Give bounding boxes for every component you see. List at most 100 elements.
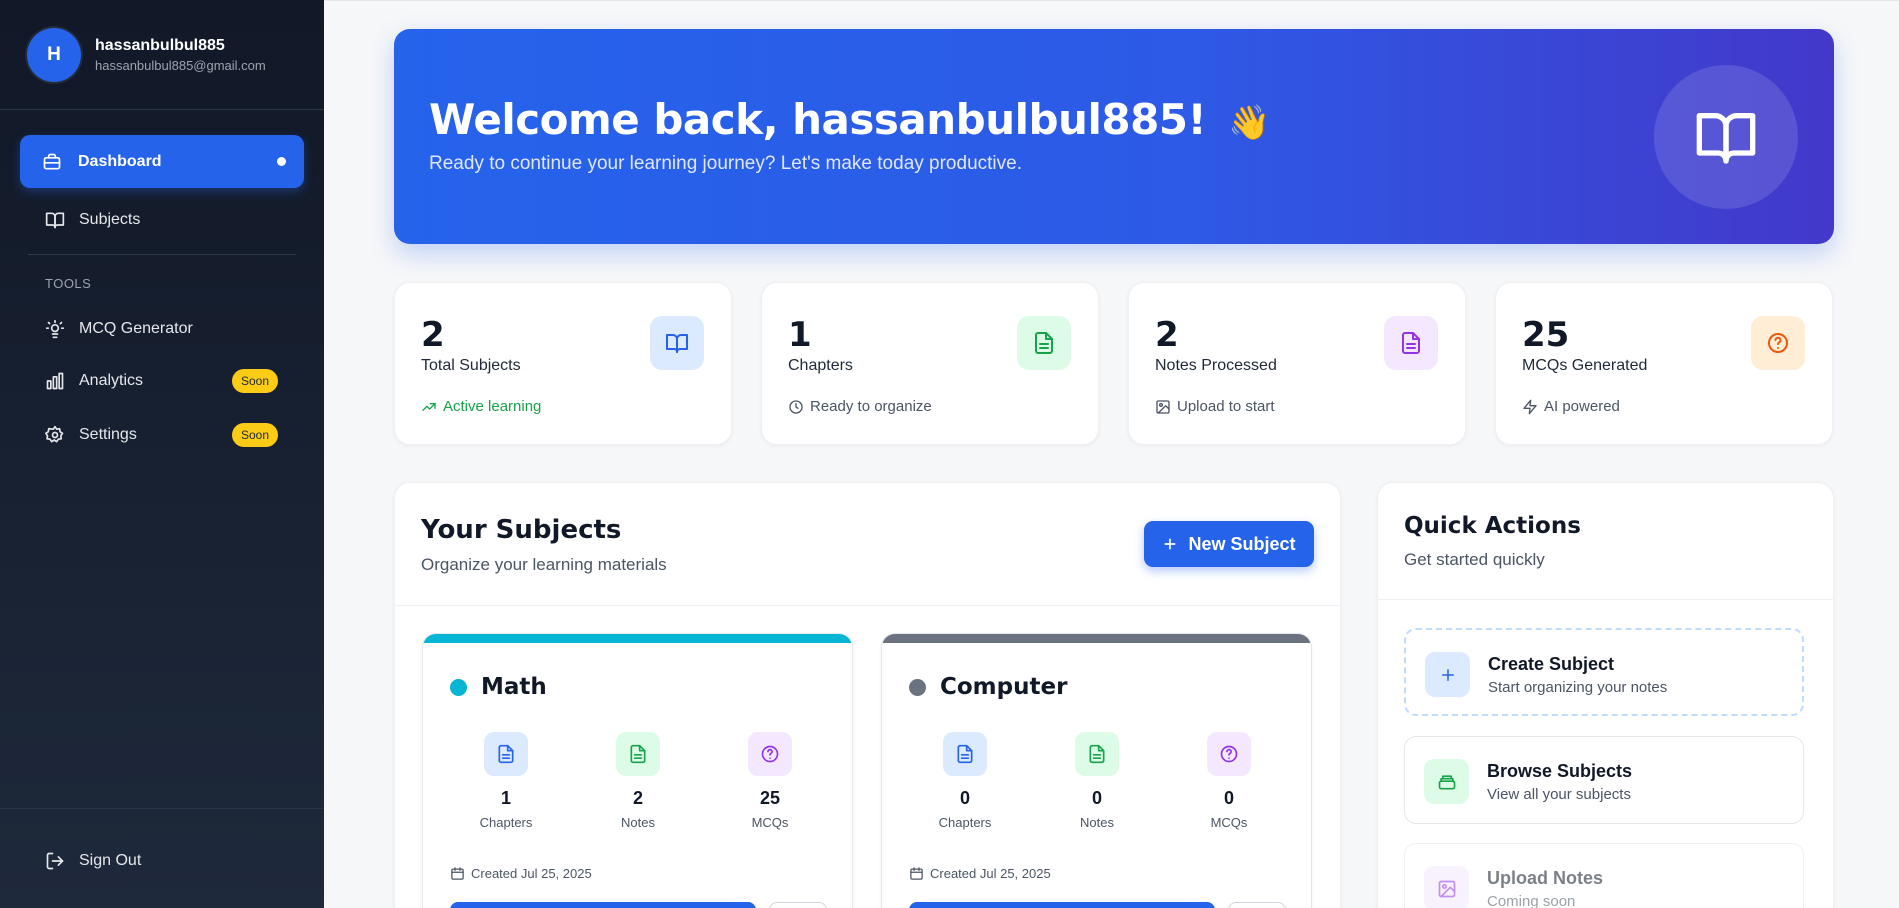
metric-value: 2 [632, 788, 643, 808]
sign-out-button[interactable]: Sign Out [20, 839, 304, 883]
help-circle-icon [748, 732, 792, 776]
stat-value: 2 [421, 315, 445, 355]
divider [1378, 599, 1833, 600]
upload-notes-action: Upload Notes Coming soon [1404, 843, 1804, 908]
metric-label: Notes [1080, 815, 1114, 830]
quick-actions-description: Get started quickly [1404, 550, 1545, 569]
stat-label: Chapters [788, 357, 853, 374]
metric-label: Chapters [479, 815, 533, 830]
browse-subjects-action[interactable]: Browse Subjects View all your subjects [1404, 736, 1804, 824]
image-icon [1155, 399, 1171, 415]
user-name: hassanbulbul885 [95, 36, 225, 54]
metric-value: 0 [959, 788, 970, 808]
metric-label: MCQs [1210, 815, 1248, 830]
action-subtitle: Start organizing your notes [1488, 679, 1668, 696]
create-subject-action[interactable]: Create Subject Start organizing your not… [1404, 628, 1804, 716]
quick-actions-title: Quick Actions [1404, 513, 1581, 539]
subject-options-button[interactable] [769, 902, 827, 908]
stat-subtext: Active learning [421, 398, 541, 415]
stat-value: 2 [1155, 315, 1179, 355]
stat-subtext-label: Active learning [443, 398, 542, 415]
created-date: Created Jul 25, 2025 [450, 866, 592, 881]
welcome-text: Welcome back, hassanbulbul885! [429, 95, 1207, 144]
sidebar-item-label: Subjects [79, 211, 141, 228]
divider [0, 808, 324, 809]
stat-label: Notes Processed [1155, 357, 1277, 374]
subjects-description: Organize your learning materials [421, 555, 667, 574]
file-icon [616, 732, 660, 776]
folder-stack-icon [1424, 759, 1469, 804]
file-text-icon [943, 732, 987, 776]
file-text-icon [1017, 316, 1071, 370]
book-icon [45, 210, 65, 230]
subject-card-computer[interactable]: Computer 0 Chapters 0 Notes 0 MCQs Creat… [881, 633, 1312, 908]
stat-card-mcqs-generated: 25 MCQs Generated AI powered [1495, 282, 1833, 445]
quick-actions-panel: Quick Actions Get started quickly Create… [1377, 482, 1834, 908]
hero-book-badge [1654, 65, 1798, 209]
subject-options-button[interactable] [1228, 902, 1286, 908]
metric-label: Chapters [938, 815, 992, 830]
stat-card-notes-processed: 2 Notes Processed Upload to start [1128, 282, 1466, 445]
new-subject-button[interactable]: New Subject [1144, 521, 1314, 567]
log-out-icon [45, 851, 65, 871]
soon-badge: Soon [231, 423, 278, 447]
stat-subtext: Ready to organize [788, 398, 932, 415]
metric-value: 0 [1223, 788, 1234, 808]
subject-metric-mcqs: 25 MCQs [720, 732, 820, 830]
file-icon [1384, 316, 1438, 370]
tools-section-header: TOOLS [45, 276, 92, 291]
sidebar-item-settings[interactable]: Settings Soon [20, 413, 304, 457]
open-subject-button[interactable] [909, 902, 1215, 908]
stat-subtext-label: Upload to start [1177, 398, 1275, 415]
main-content: Welcome back, hassanbulbul885! 👋 Ready to… [324, 0, 1899, 908]
subject-color-bar [882, 634, 1311, 643]
stat-subtext-label: Ready to organize [810, 398, 932, 415]
divider [395, 605, 1340, 606]
active-indicator [277, 157, 286, 166]
subject-metric-notes: 2 Notes [588, 732, 688, 830]
avatar[interactable]: H [27, 27, 81, 82]
created-date-label: Created Jul 25, 2025 [471, 866, 592, 881]
created-date: Created Jul 25, 2025 [909, 866, 1051, 881]
created-date-label: Created Jul 25, 2025 [930, 866, 1051, 881]
plus-icon [1425, 652, 1470, 697]
sidebar-item-analytics[interactable]: Analytics Soon [20, 359, 304, 403]
plus-icon [1162, 536, 1178, 552]
stat-label: MCQs Generated [1522, 357, 1648, 374]
user-profile: H hassanbulbul885 hassanbulbul885@gmail.… [0, 0, 324, 110]
welcome-banner: Welcome back, hassanbulbul885! 👋 Ready to… [394, 29, 1834, 244]
calendar-icon [450, 866, 465, 881]
book-icon [650, 316, 704, 370]
trending-up-icon [421, 399, 437, 415]
stat-card-total-subjects: 2 Total Subjects Active learning [394, 282, 732, 445]
gear-icon [45, 425, 65, 445]
subject-metric-mcqs: 0 MCQs [1179, 732, 1279, 830]
stat-label: Total Subjects [421, 357, 521, 374]
subject-card-math[interactable]: Math 1 Chapters 2 Notes 25 MCQs Created … [422, 633, 853, 908]
metric-label: Notes [621, 815, 655, 830]
action-title: Browse Subjects [1487, 761, 1633, 781]
subject-metric-chapters: 0 Chapters [915, 732, 1015, 830]
book-open-icon [1694, 105, 1758, 169]
sidebar: H hassanbulbul885 hassanbulbul885@gmail.… [0, 0, 324, 908]
subject-name: Math [481, 674, 547, 700]
welcome-title: Welcome back, hassanbulbul885! 👋 [429, 95, 1271, 144]
action-subtitle: View all your subjects [1487, 786, 1631, 803]
subjects-title: Your Subjects [421, 515, 622, 545]
sidebar-item-label: Dashboard [78, 152, 162, 170]
stat-subtext: AI powered [1522, 398, 1620, 415]
sign-out-label: Sign Out [79, 852, 142, 869]
sidebar-item-mcq-generator[interactable]: MCQ Generator [20, 307, 304, 351]
lightbulb-icon [45, 319, 65, 339]
file-icon [1075, 732, 1119, 776]
sidebar-item-dashboard[interactable]: Dashboard [20, 135, 304, 188]
stat-value: 1 [788, 315, 812, 355]
open-subject-button[interactable] [450, 902, 756, 908]
sidebar-item-subjects[interactable]: Subjects [20, 198, 304, 242]
subjects-panel: Your Subjects Organize your learning mat… [394, 482, 1341, 908]
subject-name: Computer [940, 674, 1068, 700]
stat-subtext-label: AI powered [1544, 398, 1620, 415]
action-subtitle: Coming soon [1487, 893, 1576, 908]
user-email: hassanbulbul885@gmail.com [95, 57, 266, 73]
action-title: Create Subject [1488, 654, 1615, 674]
